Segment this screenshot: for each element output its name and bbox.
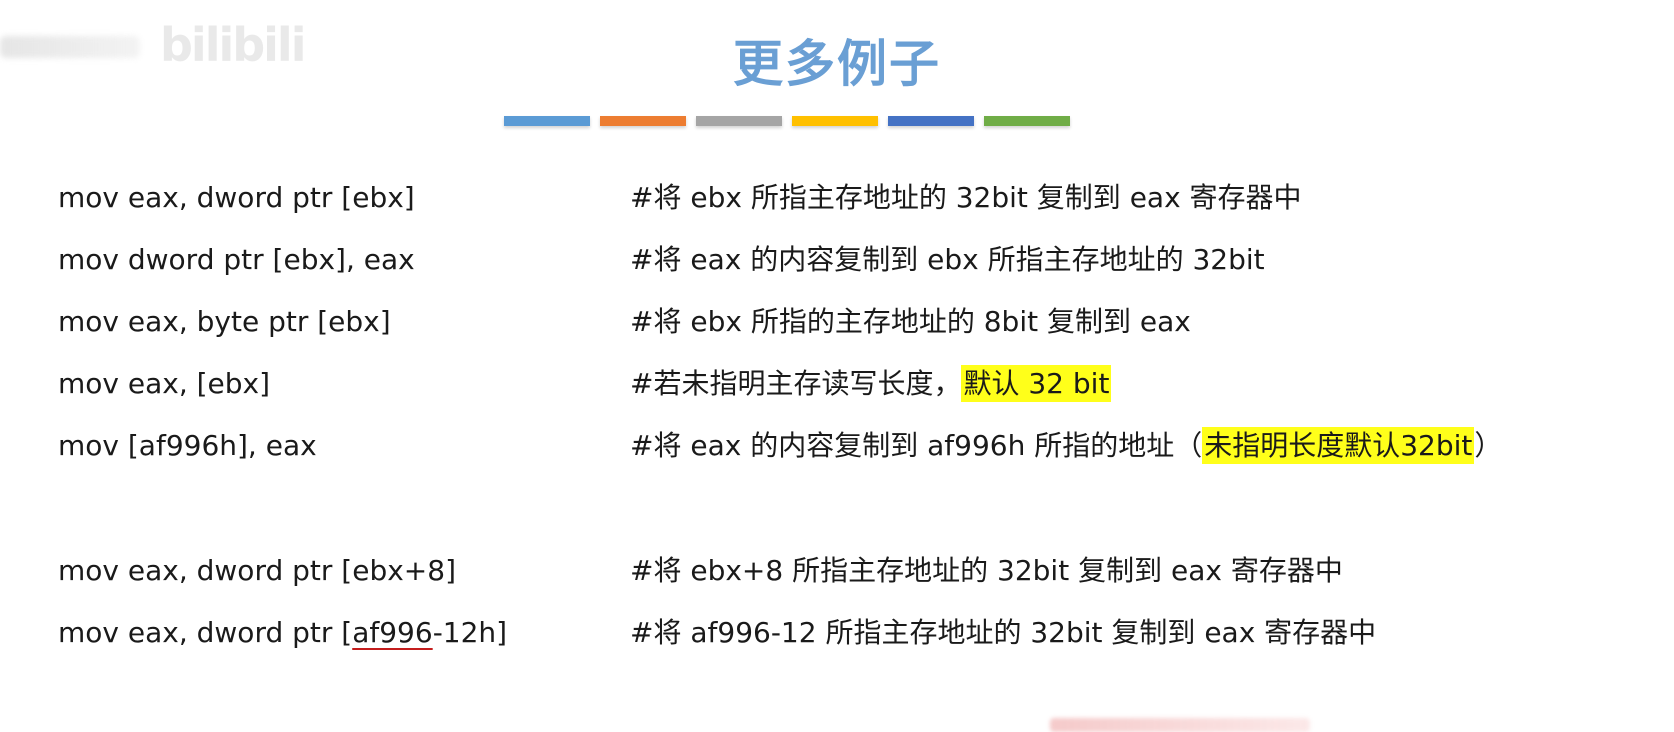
asm-comment: #将 eax 的内容复制到 ebx 所指主存地址的 32bit: [630, 243, 1265, 276]
asm-code: mov eax, dword ptr [ebx+8]: [58, 554, 456, 587]
asm-comment: #将 af996-12 所指主存地址的 32bit 复制到 eax 寄存器中: [630, 616, 1377, 649]
asm-comment: #将 ebx 所指主存地址的 32bit 复制到 eax 寄存器中: [630, 181, 1302, 214]
comment-text-end: ）: [1474, 429, 1503, 462]
example-row: mov eax, dword ptr [ebx] #将 ebx 所指主存地址的 …: [0, 178, 1674, 218]
asm-comment: #将 eax 的内容复制到 af996h 所指的地址（未指明长度默认32bit）: [630, 426, 1502, 466]
code-text: mov eax, dword ptr [: [58, 616, 353, 649]
example-row: mov eax, byte ptr [ebx] #将 ebx 所指的主存地址的 …: [0, 302, 1674, 342]
comment-text: #若未指明主存读写长度，: [630, 367, 962, 400]
asm-code: mov eax, [ebx]: [58, 367, 271, 400]
asm-code: mov [af996h], eax: [58, 429, 317, 462]
example-row: mov eax, dword ptr [ebx+8] #将 ebx+8 所指主存…: [0, 551, 1674, 591]
example-row: mov [af996h], eax #将 eax 的内容复制到 af996h 所…: [0, 426, 1674, 466]
asm-code: mov dword ptr [ebx], eax: [58, 243, 415, 276]
asm-code: mov eax, dword ptr [af996-12h]: [58, 613, 507, 653]
asm-comment: #将 ebx+8 所指主存地址的 32bit 复制到 eax 寄存器中: [630, 554, 1343, 587]
example-row: mov eax, dword ptr [af996-12h] #将 af996-…: [0, 613, 1674, 653]
asm-comment: #若未指明主存读写长度，默认 32 bit: [630, 364, 1112, 404]
asm-code: mov eax, dword ptr [ebx]: [58, 181, 415, 214]
asm-comment: #将 ebx 所指的主存地址的 8bit 复制到 eax: [630, 305, 1191, 338]
highlighted-note: 默认 32 bit: [961, 365, 1112, 402]
example-row: mov dword ptr [ebx], eax #将 eax 的内容复制到 e…: [0, 240, 1674, 280]
underlined-address: af996: [352, 616, 433, 649]
asm-code: mov eax, byte ptr [ebx]: [58, 305, 391, 338]
highlighted-note: 未指明长度默认32bit: [1202, 427, 1475, 464]
example-list: mov eax, dword ptr [ebx] #将 ebx 所指主存地址的 …: [0, 0, 1674, 730]
comment-text: #将 eax 的内容复制到 af996h 所指的地址（: [630, 429, 1203, 462]
code-text-end: -12h]: [432, 616, 508, 649]
example-row: mov eax, [ebx] #若未指明主存读写长度，默认 32 bit: [0, 364, 1674, 404]
